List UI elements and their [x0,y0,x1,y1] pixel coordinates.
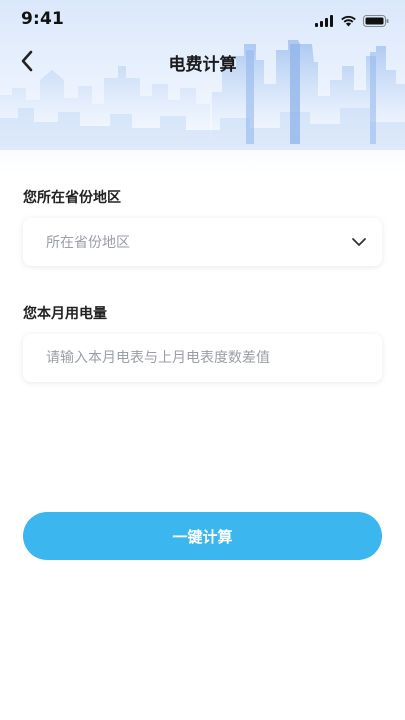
nav-bar: 电费计算 [0,40,405,84]
status-time: 9:41 [21,9,65,29]
wifi-icon [340,12,357,31]
region-select[interactable]: 所在省份地区 [23,218,382,266]
battery-icon [363,12,389,31]
signal-icon [315,12,334,31]
usage-label: 您本月用电量 [23,306,107,322]
region-placeholder: 所在省份地区 [46,235,130,251]
chevron-down-icon [350,233,368,251]
usage-input[interactable] [46,350,368,366]
usage-field[interactable] [23,334,382,382]
status-bar: 9:41 [0,0,405,40]
calculate-button[interactable]: 一键计算 [23,512,382,560]
page-title: 电费计算 [168,55,237,75]
region-label: 您所在省份地区 [23,190,121,206]
status-icons [315,12,389,31]
